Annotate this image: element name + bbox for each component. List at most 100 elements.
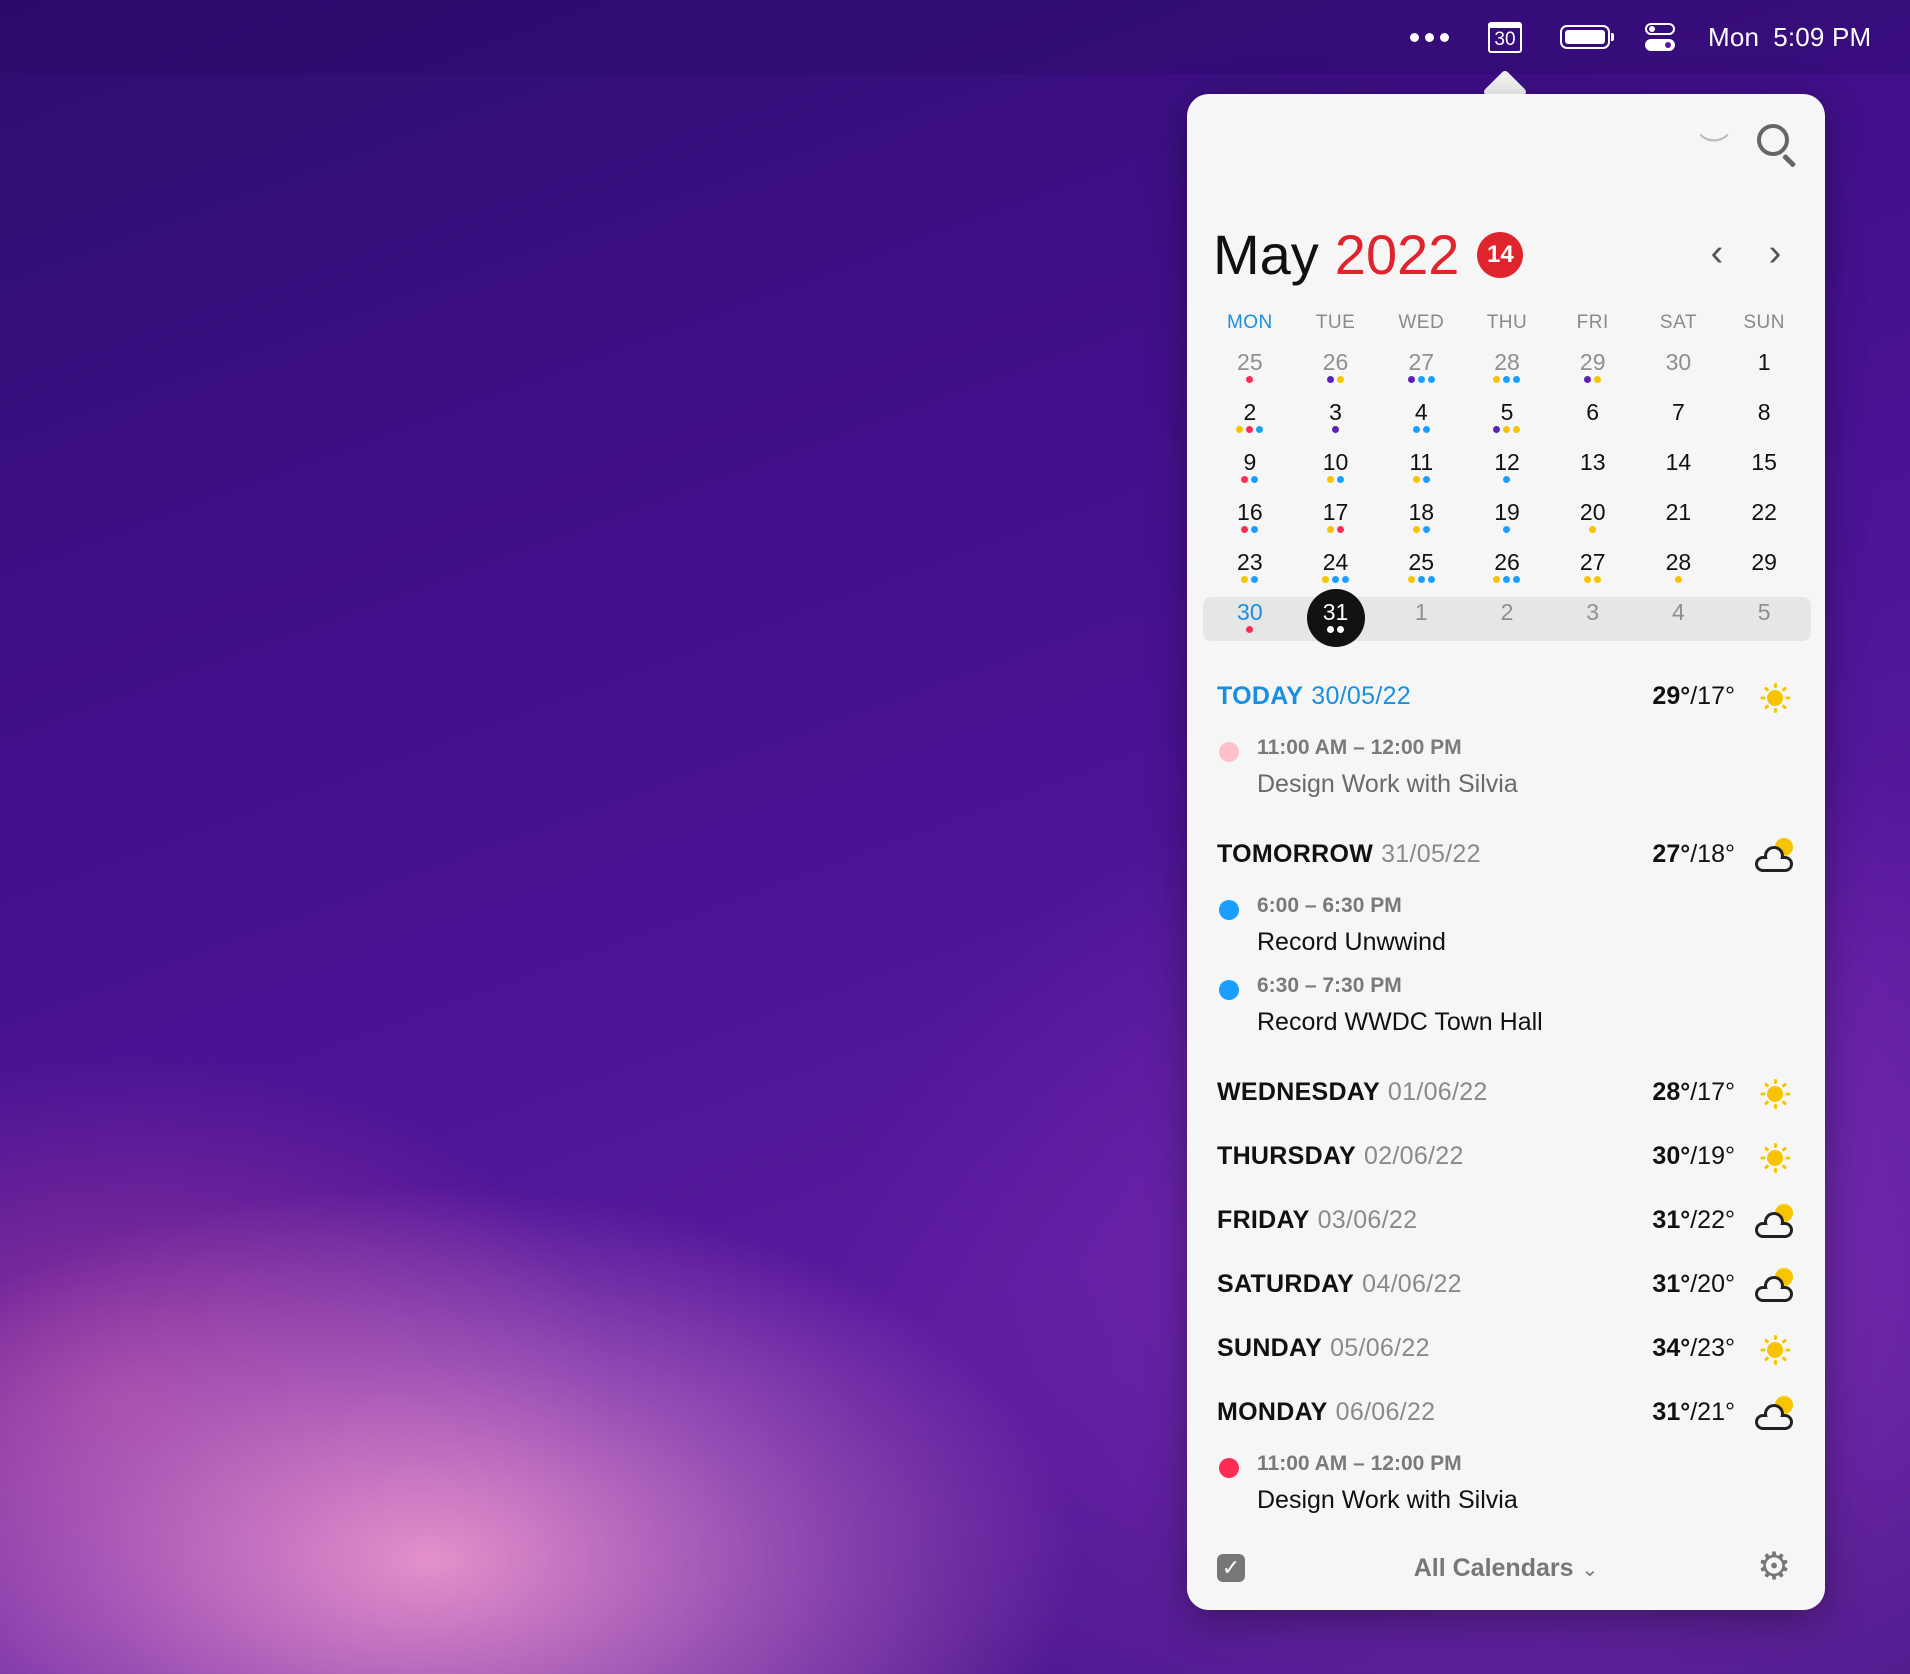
day-cell[interactable]: 20 [1550,494,1636,544]
event-dots [1721,526,1807,534]
battery-icon[interactable] [1560,0,1614,74]
temp-high: 29° [1652,682,1691,710]
day-name: MONDAY [1217,1398,1328,1426]
event-dots [1207,426,1293,434]
agenda-day-header: FRIDAY 03/06/22 31°/22° [1217,1190,1797,1254]
event-dot [1241,526,1249,533]
weather-icon [1753,1266,1797,1306]
day-number: 1 [1757,349,1771,375]
calendar-selector[interactable]: All Calendars ⌄ [1187,1554,1825,1583]
event-dots [1721,576,1807,584]
previous-month-button[interactable]: ‹ [1699,232,1735,275]
day-cell[interactable]: 18 [1378,494,1464,544]
calendar-menubar-icon[interactable]: 30 [1488,0,1522,74]
day-cell[interactable]: 29 [1550,344,1636,394]
day-cell[interactable]: 28 [1464,344,1550,394]
calendar-color-dot [1219,900,1239,920]
day-cell[interactable]: 24 [1293,544,1379,594]
event-dot [1337,626,1345,633]
day-cell[interactable]: 13 [1550,444,1636,494]
event-dot [1412,476,1420,483]
day-cell[interactable]: 2 [1207,394,1293,444]
agenda-day-header: THURSDAY 02/06/22 30°/19° [1217,1126,1797,1190]
event-dot [1503,576,1511,583]
day-cell[interactable]: 4 [1378,394,1464,444]
week-row: 2 3 4 5 6 7 8 [1207,394,1807,444]
event-item[interactable]: 11:00 AM – 12:00 PM Design Work with Silv… [1217,730,1797,810]
temp-low: /18° [1690,840,1735,868]
day-cell[interactable]: 11 [1378,444,1464,494]
day-cell[interactable]: 12 [1464,444,1550,494]
event-dots [1378,576,1464,584]
month-header: May 2022 14 [1213,222,1524,287]
day-cell[interactable]: 16 [1207,494,1293,544]
event-dots [1464,576,1550,584]
day-cell[interactable]: 14 [1636,444,1722,494]
menubar-clock[interactable]: Mon 5:09 PM [1708,0,1871,74]
day-cell[interactable]: 27 [1378,344,1464,394]
temperature: 30°/19° [1652,1142,1735,1171]
weather-icon [1753,1394,1797,1434]
day-number: 22 [1751,499,1777,525]
event-item[interactable]: 11:00 AM – 12:00 PM Design Work with Silv… [1217,1446,1797,1526]
day-number: 9 [1243,449,1257,475]
day-cell[interactable]: 4 [1636,594,1722,644]
day-cell[interactable]: 23 [1207,544,1293,594]
temperature: 31°/22° [1652,1206,1735,1235]
day-cell[interactable]: 17 [1293,494,1379,544]
day-cell[interactable]: 25 [1378,544,1464,594]
day-cell[interactable]: 5 [1464,394,1550,444]
day-cell[interactable]: 3 [1550,594,1636,644]
event-item[interactable]: 6:00 – 6:30 PM Record Unwwind [1217,888,1797,968]
day-cell[interactable]: 8 [1721,394,1807,444]
next-month-button[interactable]: › [1757,232,1793,275]
day-cell[interactable]: 28 [1636,544,1722,594]
event-dot [1417,576,1425,583]
day-number: 2 [1500,599,1514,625]
day-cell[interactable]: 29 [1721,544,1807,594]
day-cell[interactable]: 27 [1550,544,1636,594]
day-cell[interactable]: 6 [1550,394,1636,444]
day-cell[interactable]: 21 [1636,494,1722,544]
day-name: TODAY [1217,682,1304,710]
agenda-day-header: MONDAY 06/06/22 31°/21° [1217,1382,1797,1446]
day-cell[interactable]: 3 [1293,394,1379,444]
day-cell[interactable]: 26 [1293,344,1379,394]
day-cell[interactable]: 31 [1293,589,1379,647]
day-date: 05/06/22 [1330,1334,1430,1362]
calendar-color-dot [1219,980,1239,1000]
control-center-icon[interactable] [1645,0,1675,74]
day-cell[interactable]: 25 [1207,344,1293,394]
event-dots [1636,426,1722,434]
day-number: 12 [1494,449,1520,475]
gear-icon[interactable]: ⚙ [1755,1548,1793,1586]
day-name: THURSDAY [1217,1142,1356,1170]
day-cell[interactable]: 1 [1378,594,1464,644]
day-cell[interactable]: 10 [1293,444,1379,494]
day-cell[interactable]: 26 [1464,544,1550,594]
event-dot [1513,576,1521,583]
day-number: 27 [1579,549,1606,575]
day-cell[interactable]: 9 [1207,444,1293,494]
collapse-chevron-icon[interactable]: ︶ [1699,124,1729,168]
day-number: 28 [1665,549,1692,575]
more-icon[interactable] [1410,0,1449,74]
event-dot [1332,576,1340,583]
day-cell[interactable]: 22 [1721,494,1807,544]
day-cell[interactable]: 2 [1464,594,1550,644]
day-cell[interactable]: 1 [1721,344,1807,394]
day-cell[interactable]: 5 [1721,594,1807,644]
event-item[interactable]: 6:30 – 7:30 PM Record WWDC Town Hall [1217,968,1797,1048]
day-cell[interactable]: 7 [1636,394,1722,444]
day-date: 01/06/22 [1387,1078,1488,1106]
search-icon[interactable] [1757,124,1799,168]
day-cell[interactable]: 19 [1464,494,1550,544]
day-cell[interactable]: 15 [1721,444,1807,494]
menu-bar: 30 Mon 5:09 PM [0,0,1910,74]
temp-high: 31° [1652,1398,1691,1426]
day-cell[interactable]: 30 [1636,344,1722,394]
day-cell[interactable]: 30 [1207,594,1293,644]
event-dot [1493,576,1501,583]
event-dot [1241,576,1249,583]
partly-cloudy-icon [1753,1202,1797,1242]
